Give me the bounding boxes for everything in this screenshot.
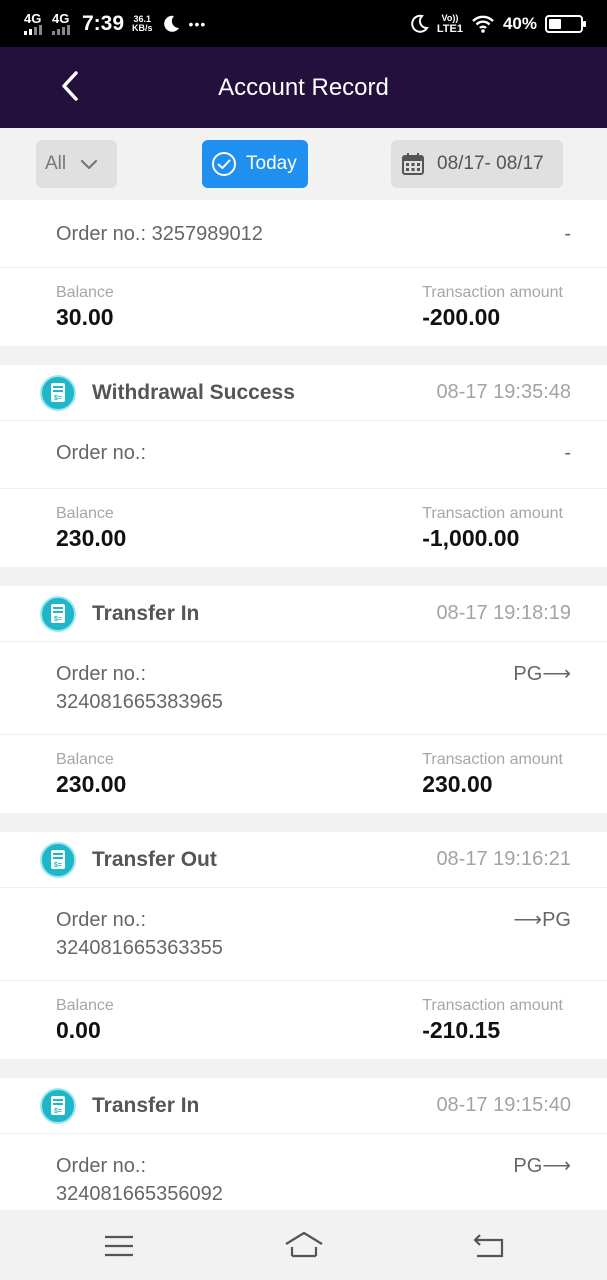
record-header: $= Transfer Out 08-17 19:16:21 bbox=[0, 832, 607, 888]
status-bar: 4G 4G 7:39 36.1 KB/s ••• Vo)) LTE1 40% bbox=[0, 0, 607, 47]
menu-icon[interactable] bbox=[104, 1234, 134, 1258]
transaction-amount-label: Transaction amount bbox=[422, 505, 563, 522]
transaction-amount-label: Transaction amount bbox=[422, 997, 563, 1014]
balance-value: 230.00 bbox=[56, 771, 127, 797]
cellular-signal-1: 4G 4G bbox=[24, 12, 74, 35]
order-row: Order no.: 3257989012 - bbox=[0, 200, 607, 268]
balance-label: Balance bbox=[56, 997, 114, 1014]
chevron-down-icon bbox=[81, 159, 98, 170]
battery-icon bbox=[545, 14, 586, 33]
order-number: 324081665356092 bbox=[56, 1183, 223, 1205]
order-label: Order no.: bbox=[56, 909, 147, 931]
record-card[interactable]: $= Transfer In 08-17 19:15:40 Order no.:… bbox=[0, 1078, 607, 1210]
transaction-amount-label: Transaction amount bbox=[422, 284, 563, 301]
receipt-icon: $= bbox=[40, 595, 76, 632]
order-direction: PG⟶ bbox=[513, 1155, 571, 1177]
record-type: Withdrawal Success bbox=[92, 380, 295, 404]
record-list[interactable]: Order no.: 3257989012 - Balance 30.00 Tr… bbox=[0, 200, 607, 1210]
order-direction: - bbox=[564, 442, 571, 464]
record-type: Transfer Out bbox=[92, 847, 217, 871]
order-number: 324081665363355 bbox=[56, 937, 223, 959]
record-time: 08-17 19:16:21 bbox=[436, 848, 571, 870]
filter-bar: All Today 08/17- 08/17 bbox=[0, 128, 607, 200]
home-icon[interactable] bbox=[284, 1230, 324, 1260]
signal-bars-icon bbox=[24, 24, 42, 35]
record-card[interactable]: $= Withdrawal Success 08-17 19:35:48 Ord… bbox=[0, 365, 607, 567]
back-chevron-left-icon[interactable] bbox=[54, 69, 88, 103]
transaction-amount-value: -210.15 bbox=[422, 1017, 501, 1043]
type-filter-dropdown[interactable]: All bbox=[36, 140, 117, 188]
svg-text:$=: $= bbox=[54, 862, 62, 869]
more-notifications: ••• bbox=[188, 15, 207, 32]
network-speed: 36.1 KB/s bbox=[132, 13, 153, 33]
balance-label: Balance bbox=[56, 284, 114, 301]
order-direction: - bbox=[564, 223, 571, 245]
order-label: Order no.: bbox=[56, 442, 147, 464]
moon-icon bbox=[163, 15, 179, 32]
balance-row: Balance 0.00 Transaction amount -210.15 bbox=[0, 981, 607, 1059]
receipt-icon: $= bbox=[40, 374, 76, 411]
order-direction: ⟶PG bbox=[513, 909, 571, 931]
order-label: Order no.: bbox=[56, 663, 147, 685]
transaction-amount-value: -1,000.00 bbox=[422, 525, 520, 551]
page-title: Account Record bbox=[218, 73, 389, 101]
order-row: Order no.: - bbox=[0, 421, 607, 489]
record-header: $= Withdrawal Success 08-17 19:35:48 bbox=[0, 365, 607, 421]
balance-value: 30.00 bbox=[56, 304, 114, 330]
date-range-label: 08/17- 08/17 bbox=[437, 153, 544, 174]
order-label: Order no.: 3257989012 bbox=[56, 223, 263, 245]
type-filter-label: All bbox=[45, 153, 67, 174]
record-card[interactable]: Order no.: 3257989012 - Balance 30.00 Tr… bbox=[0, 200, 607, 346]
battery-level bbox=[549, 18, 561, 29]
today-label: Today bbox=[246, 153, 297, 174]
record-type: Transfer In bbox=[92, 601, 200, 625]
check-circle-icon bbox=[212, 152, 236, 176]
balance-row: Balance 230.00 Transaction amount 230.00 bbox=[0, 735, 607, 813]
record-type: Transfer In bbox=[92, 1093, 200, 1117]
record-card[interactable]: $= Transfer Out 08-17 19:16:21 Order no.… bbox=[0, 832, 607, 1059]
balance-value: 0.00 bbox=[56, 1017, 101, 1043]
transaction-amount-label: Transaction amount bbox=[422, 751, 563, 768]
order-row: Order no.: 324081665383965 PG⟶ bbox=[0, 642, 607, 735]
record-header: $= Transfer In 08-17 19:18:19 bbox=[0, 586, 607, 642]
order-label: Order no.: bbox=[56, 1155, 147, 1177]
calendar-icon bbox=[402, 153, 424, 175]
transaction-amount-value: -200.00 bbox=[422, 304, 501, 330]
balance-row: Balance 230.00 Transaction amount -1,000… bbox=[0, 489, 607, 567]
receipt-icon: $= bbox=[40, 841, 76, 878]
receipt-icon: $= bbox=[40, 1087, 76, 1124]
balance-label: Balance bbox=[56, 505, 114, 522]
balance-row: Balance 30.00 Transaction amount -200.00 bbox=[0, 268, 607, 346]
date-range-picker[interactable]: 08/17- 08/17 bbox=[391, 140, 563, 188]
svg-text:$=: $= bbox=[54, 1108, 62, 1115]
order-row: Order no.: 324081665356092 PG⟶ bbox=[0, 1134, 607, 1210]
moon-icon bbox=[411, 14, 429, 33]
svg-text:$=: $= bbox=[54, 616, 62, 623]
order-number: 324081665383965 bbox=[56, 691, 223, 713]
clock: 7:39 bbox=[82, 11, 125, 35]
wifi-icon bbox=[472, 15, 494, 33]
order-row: Order no.: 324081665363355 ⟶PG bbox=[0, 888, 607, 981]
signal-bars-icon bbox=[52, 24, 70, 35]
volte-indicator: Vo)) LTE1 bbox=[436, 12, 463, 35]
battery-percent: 40% bbox=[502, 13, 537, 33]
record-time: 08-17 19:18:19 bbox=[436, 602, 571, 624]
record-header: $= Transfer In 08-17 19:15:40 bbox=[0, 1078, 607, 1134]
transaction-amount-value: 230.00 bbox=[422, 771, 493, 797]
back-icon[interactable] bbox=[473, 1232, 505, 1260]
record-card[interactable]: $= Transfer In 08-17 19:18:19 Order no.:… bbox=[0, 586, 607, 813]
record-time: 08-17 19:35:48 bbox=[436, 381, 571, 403]
system-nav-bar bbox=[0, 1210, 607, 1280]
balance-value: 230.00 bbox=[56, 525, 127, 551]
today-filter-button[interactable]: Today bbox=[202, 140, 308, 188]
order-direction: PG⟶ bbox=[513, 663, 571, 685]
balance-label: Balance bbox=[56, 751, 114, 768]
app-header: Account Record bbox=[0, 47, 607, 128]
record-time: 08-17 19:15:40 bbox=[436, 1094, 571, 1116]
svg-text:$=: $= bbox=[54, 395, 62, 402]
